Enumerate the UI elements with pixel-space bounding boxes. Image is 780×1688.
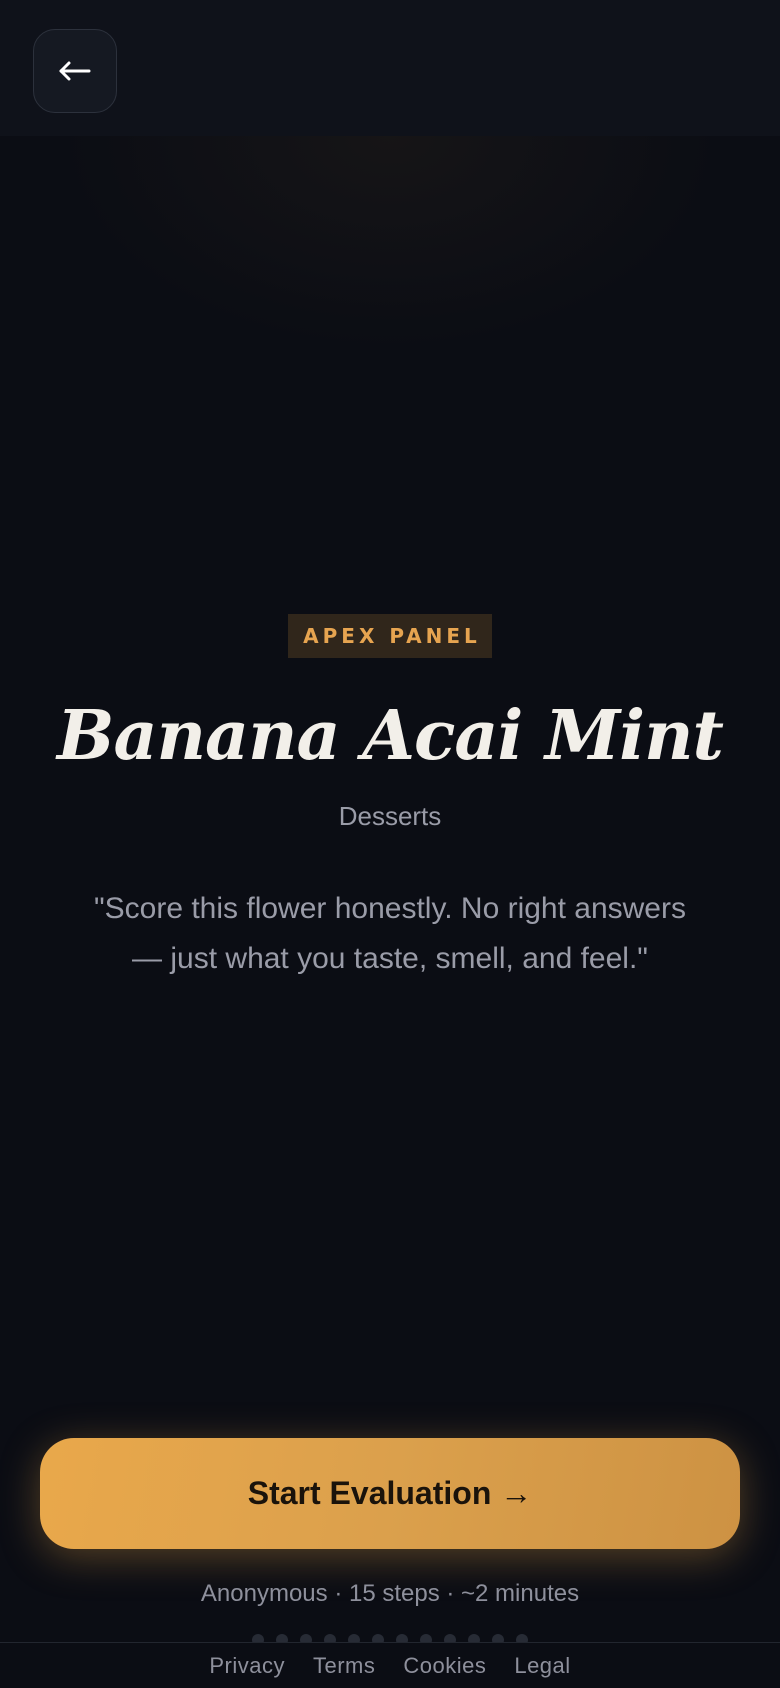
footer-link-privacy[interactable]: Privacy bbox=[209, 1653, 285, 1679]
footer-link-cookies[interactable]: Cookies bbox=[403, 1653, 486, 1679]
product-category: Desserts bbox=[338, 801, 442, 831]
top-bar bbox=[0, 0, 780, 136]
background-glow bbox=[0, 136, 780, 516]
start-evaluation-button[interactable]: Start Evaluation → bbox=[40, 1438, 740, 1549]
footer-links: Privacy Terms Cookies Legal bbox=[0, 1642, 780, 1688]
evaluation-meta-info: Anonymous · 15 steps · ~2 minutes bbox=[200, 1580, 580, 1607]
intro-quote: "Score this flower honestly. No right an… bbox=[93, 892, 686, 975]
product-title: Banana Acai Mint bbox=[57, 696, 724, 776]
panel-badge: APEX PANEL bbox=[288, 614, 492, 658]
footer-link-terms[interactable]: Terms bbox=[313, 1653, 375, 1679]
footer-link-legal[interactable]: Legal bbox=[514, 1653, 570, 1679]
arrow-left-icon bbox=[59, 61, 91, 81]
back-button[interactable] bbox=[33, 29, 117, 113]
